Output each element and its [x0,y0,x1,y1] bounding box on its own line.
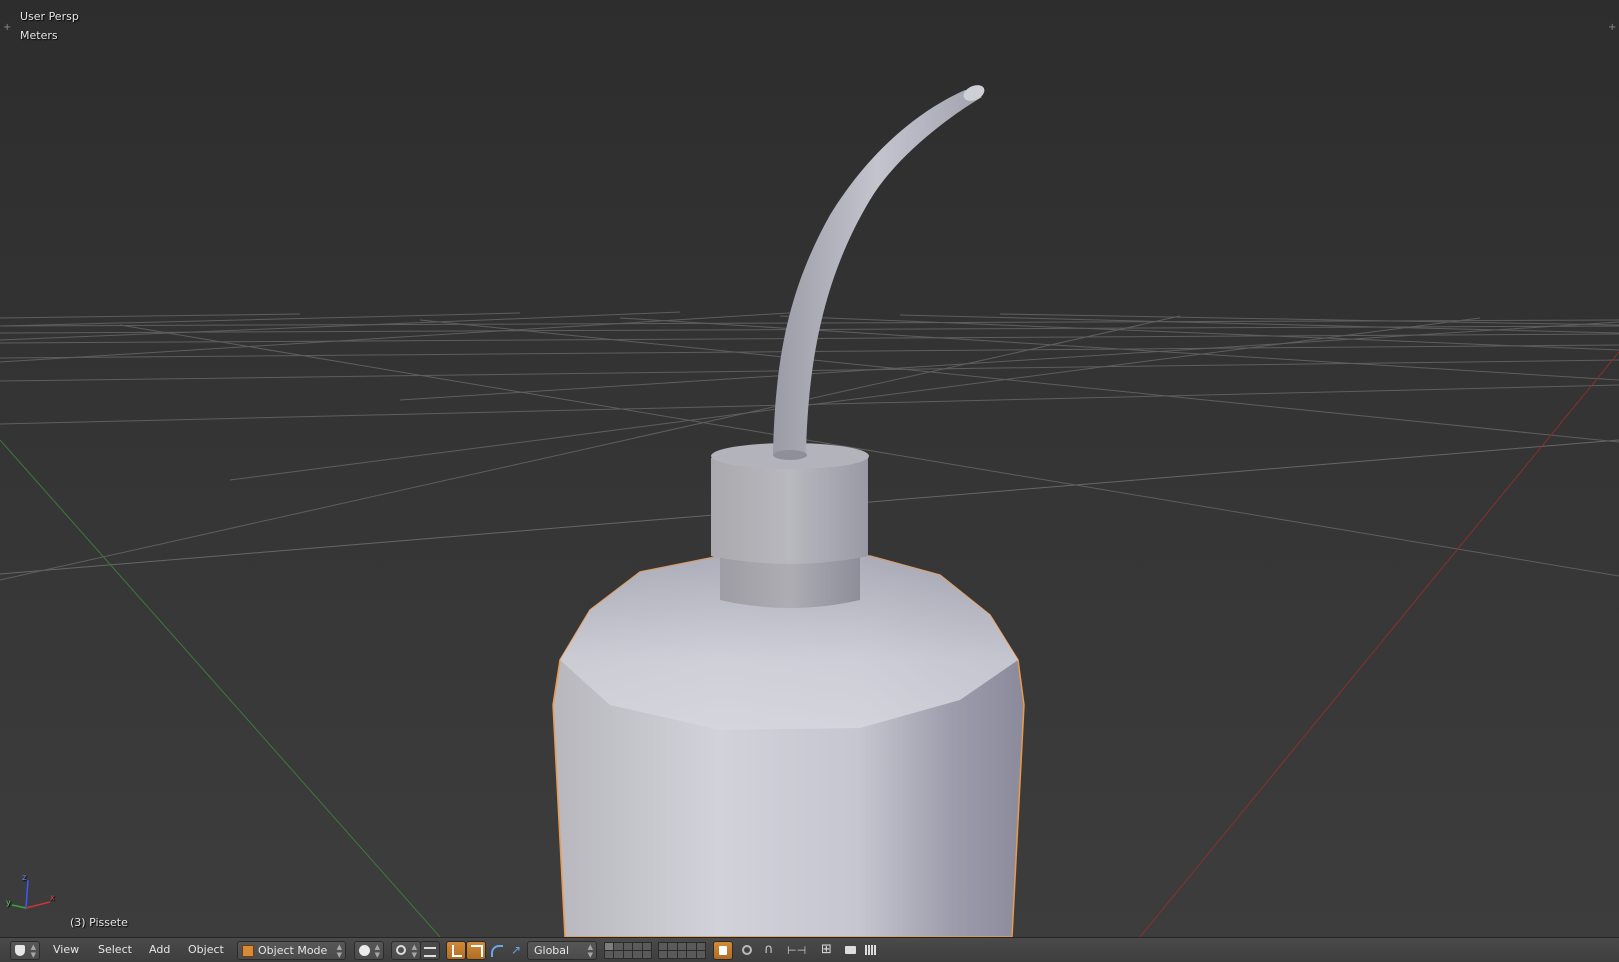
mode-selector[interactable]: Object Mode ▲ ▼ [237,941,346,960]
object-info: (3) Pissete [70,916,128,929]
scale-manipulator-button[interactable] [486,941,506,960]
y-axis-label: y [6,898,11,907]
proportional-edit-icon [742,945,752,955]
rotate-icon [471,945,483,957]
scale-icon [491,945,503,957]
layer-button[interactable] [696,951,705,958]
layer-button[interactable] [668,951,677,958]
lock-icon [719,946,727,955]
opengl-render-button[interactable] [840,941,860,960]
layer-button[interactable] [696,943,705,950]
viewport-canvas[interactable] [0,0,1619,937]
transform-orientation-label: Global [534,944,570,957]
layer-button[interactable] [623,951,633,958]
lock-camera-button[interactable] [713,941,733,960]
layer-button[interactable] [633,943,642,950]
units-label: Meters [20,29,58,42]
view-name: User Persp [20,10,79,23]
translate-manipulator-button[interactable] [446,941,466,960]
menu-object[interactable]: Object [188,943,224,956]
layer-button[interactable] [633,951,642,958]
layer-button[interactable] [677,951,687,958]
layer-button[interactable] [668,943,677,950]
layer-button[interactable] [642,943,651,950]
layer-button[interactable] [623,943,633,950]
layer-buttons-group-1[interactable] [604,942,652,959]
layer-buttons-group-2[interactable] [658,942,706,959]
snap-increment-icon: ⊢⊣ [787,944,807,957]
cube-icon [242,945,254,957]
tube-base [773,450,807,460]
layer-button[interactable] [677,943,687,950]
z-axis-label: z [22,873,27,882]
snap-target-icon: ⊞ [821,942,832,957]
magnet-icon: ∩ [764,942,774,957]
layer-button[interactable] [614,943,623,950]
layer-button[interactable] [687,943,696,950]
layer-button[interactable] [659,943,668,950]
3d-view-header: ▲ ▼ View Select Add Object Object Mode ▲ ▼… [0,937,1619,962]
menu-view[interactable]: View [53,943,79,956]
manipulator-icon [424,947,436,957]
proportional-edit-button[interactable] [737,941,757,960]
transform-orientation-selector[interactable]: Global ▲ ▼ [527,941,597,960]
arrow-up-right-icon: ↗ [511,943,522,957]
manipulator-toggle-button[interactable] [420,941,440,960]
layer-button[interactable] [614,951,623,958]
solid-sphere-icon [359,945,370,956]
layer-button[interactable] [687,951,696,958]
snap-toggle-button[interactable]: ∩ [760,941,780,960]
menu-add[interactable]: Add [149,943,170,956]
viewport-shading-selector[interactable]: ▲ ▼ [354,941,384,960]
clapperboard-icon [865,945,876,955]
camera-icon [845,946,856,954]
layer-button[interactable] [642,951,651,958]
mode-label: Object Mode [258,944,328,957]
layer-button[interactable] [659,951,668,958]
layer-button[interactable] [605,951,614,958]
pivot-point-selector[interactable]: ▲ ▼ [391,941,421,960]
pivot-point-icon [396,945,406,955]
layer-1-button[interactable] [605,943,614,950]
snap-element-button[interactable]: ⊢⊣ [784,941,807,960]
menu-select[interactable]: Select [98,943,132,956]
pose-manipulator-button[interactable]: ↗ [506,941,526,960]
bottle-cap [711,458,868,564]
snap-target-button[interactable]: ⊞ [817,941,837,960]
x-axis-label: x [50,893,55,902]
area-split-handle-left[interactable]: + [3,23,11,33]
rotate-manipulator-button[interactable] [466,941,486,960]
editor-type-selector[interactable]: ▲ ▼ [10,941,40,960]
3d-viewport[interactable]: User Persp Meters (3) Pissete x y z + + [0,0,1619,937]
opengl-animation-button[interactable] [860,941,880,960]
translate-icon [452,945,462,957]
area-split-handle-right[interactable]: + [1608,23,1616,33]
3d-view-icon [15,945,25,956]
